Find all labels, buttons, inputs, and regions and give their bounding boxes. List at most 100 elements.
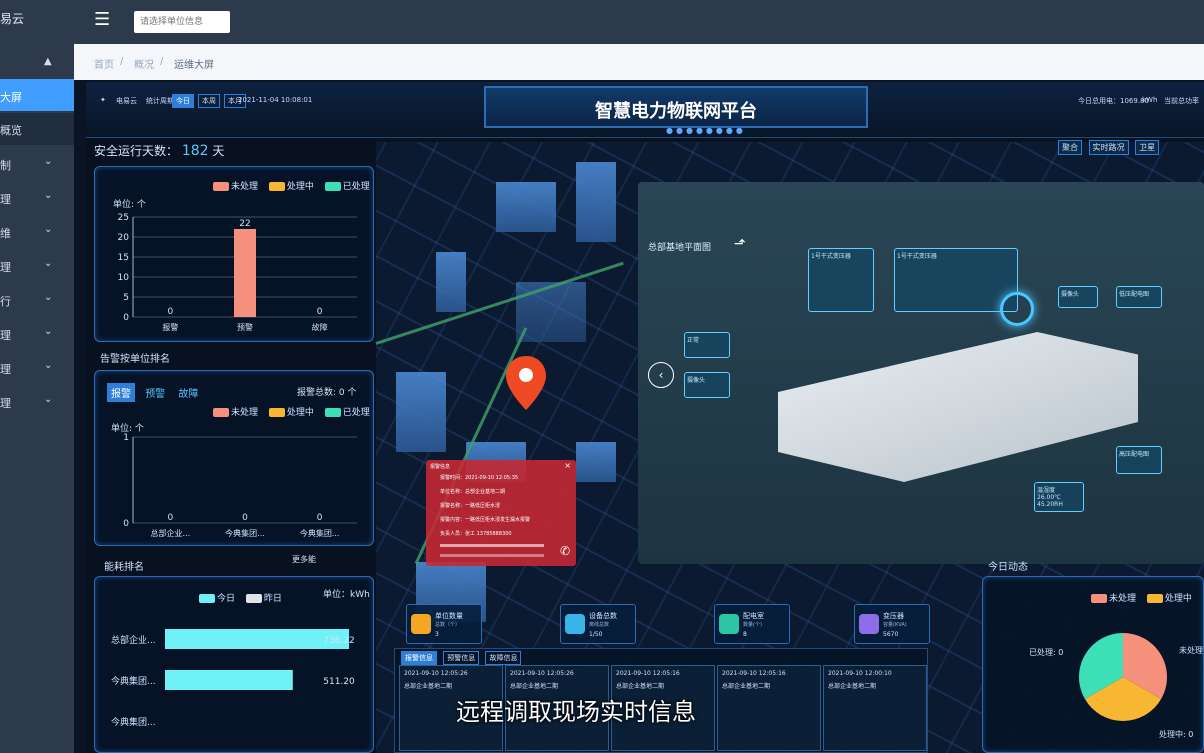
bar [165, 670, 293, 690]
bar [234, 229, 256, 317]
highvolt-label: 高压配电图 [1119, 451, 1150, 458]
sidebar-item-3[interactable]: 制 ⌄ [0, 148, 74, 180]
sidebar-item-label: 理 [0, 397, 11, 410]
x-tick-label: 故障 [312, 322, 328, 332]
pie-label: 未处理 [1179, 645, 1203, 655]
brand-name: 易云 [0, 12, 25, 26]
stat-room-count: 配电室 数量(个) 8 [714, 604, 790, 644]
y-tick-label: 10 [118, 273, 130, 283]
alert-card[interactable]: 2021-09-10 12:00:10 总部企业基地二期 [823, 665, 927, 751]
stat-transformer: 变压器 容量(KVA) 5670 [854, 604, 930, 644]
floorplan-3d-view[interactable]: 总部基地平面图 ⬏ 1号干式变压器 1号干式变压器 摄像头 低压配电图 正常 摄… [638, 182, 1204, 564]
period-today-tab[interactable]: 今日 [172, 94, 194, 108]
status-chart-panel: 未处理 处理中 已处理 单位: 个 0 5 10 15 20 25 0 报警 22 预警 0 故障 [94, 166, 374, 342]
stat-sub: 数量(个) [743, 622, 762, 628]
alert-time: 2021-09-10 12:05:26 [404, 670, 468, 677]
x-tick-label: 报警 [162, 322, 178, 332]
phone-icon[interactable]: ✆ [560, 544, 570, 558]
highvolt-button[interactable]: 高压配电图 [1116, 446, 1162, 474]
breadcrumb-home[interactable]: 首页 [94, 56, 114, 71]
y-category-label: 总部企业... [111, 634, 156, 646]
tab-warning-info[interactable]: 预警信息 [443, 651, 480, 665]
popup-progress [440, 554, 544, 557]
unit-search-input[interactable] [134, 11, 230, 33]
page-title: 智慧电力物联网平台 [595, 101, 757, 122]
device-icon [565, 614, 585, 634]
period-week-tab[interactable]: 本周 [198, 94, 220, 108]
energy-rank-chart: 总部企业... 736.22 今典集团... 511.20 今典集团... [111, 629, 355, 728]
data-label: 0 [167, 307, 173, 317]
sidebar-item-label: 理 [0, 193, 11, 206]
breadcrumb-separator: / [160, 56, 164, 67]
transformer-card[interactable]: 1号干式变压器 [808, 248, 874, 312]
env-humidity: 45.20RH [1037, 501, 1063, 508]
current-load-label: 当前总功率 [1164, 97, 1199, 105]
sidebar-item-9[interactable]: 理 ⌄ [0, 352, 74, 384]
popup-progress [440, 544, 544, 547]
camera-button[interactable]: 摄像头 [684, 372, 730, 398]
chevron-up-icon[interactable]: ▲ [44, 56, 52, 67]
data-label: 736.22 [323, 636, 355, 646]
status-bar-chart: 0 5 10 15 20 25 0 报警 22 预警 0 故障 [118, 213, 357, 332]
sidebar-item-bigscreen[interactable]: 大屏 [0, 79, 74, 111]
room-3d-model[interactable] [778, 332, 1138, 482]
camera-label: 摄像头 [687, 377, 706, 384]
popup-person: 负责人员：张工 13785888300 [440, 531, 512, 537]
tab-fault-info[interactable]: 故障信息 [485, 651, 522, 665]
camera-button[interactable]: 摄像头 [1058, 286, 1098, 308]
view-traffic-button[interactable]: 实时路况 [1088, 140, 1129, 155]
alert-card[interactable]: 2021-09-10 12:05:16 总部企业基地二期 [717, 665, 821, 751]
status-label: 正常 [687, 337, 700, 344]
data-label: 22 [239, 219, 250, 229]
y-category-label: 今典集团... [111, 675, 156, 687]
alert-unit: 总部企业基地二期 [510, 683, 559, 690]
location-pin-icon[interactable] [504, 354, 548, 414]
sidebar-item-overview[interactable]: 概览 [0, 113, 74, 145]
transformer-card[interactable]: 1号干式变压器 [894, 248, 1018, 312]
stat-period-label: 统计周期 [146, 97, 174, 105]
stat-unit-count: 单位数量 总数（个） 3 [406, 604, 482, 644]
x-tick-label: 总部企业... [151, 528, 191, 538]
sidebar-item-4[interactable]: 理 ⌄ [0, 182, 74, 214]
alarm-rank-chart: 0 1 0 总部企业... 0 今典集团... 0 今典集团... [123, 433, 357, 538]
tab-alarm-info[interactable]: 报警信息 [401, 651, 437, 665]
energy-more-link[interactable]: 更多能 [292, 554, 316, 565]
pie-label: 已处理: 0 [1029, 647, 1063, 657]
view-aggregate-button[interactable]: 聚合 [1058, 140, 1082, 155]
export-icon[interactable]: ⬏ [734, 236, 746, 252]
sidebar-item-7[interactable]: 行 ⌄ [0, 284, 74, 316]
alarm-rank-title: 告警按单位排名 [100, 354, 170, 365]
y-tick-label: 1 [123, 433, 129, 443]
sidebar-item-10[interactable]: 理 ⌄ [0, 386, 74, 418]
lowvolt-button[interactable]: 低压配电图 [1116, 286, 1162, 308]
top-header: ☰ [74, 0, 1204, 44]
sidebar-item-label: 理 [0, 363, 11, 376]
sidebar-item-6[interactable]: 理 ⌄ [0, 250, 74, 282]
map-building [576, 162, 616, 242]
dashboard-screen: ✦ 电易云 统计周期 今日 本周 本月 2021-11-04 10:08:01 智慧… [86, 82, 1204, 753]
alarm-popup[interactable]: 报警信息 × 报警时间：2021-09-10 12:05:35 单位名称：总部企… [426, 460, 576, 566]
close-icon[interactable]: × [564, 461, 571, 470]
camera-label: 摄像头 [1061, 291, 1080, 298]
sidebar-item-5[interactable]: 维 ⌄ [0, 216, 74, 248]
breadcrumb-current: 运维大屏 [174, 60, 214, 71]
data-label: 0 [167, 513, 173, 523]
today-total-energy: 今日总用电：1069.80 [1078, 97, 1149, 105]
hamburger-menu-icon[interactable]: ☰ [94, 9, 110, 30]
transformer-label: 1号干式变压器 [811, 253, 851, 260]
popup-time: 报警时间：2021-09-10 12:05:35 [440, 475, 519, 481]
prev-arrow-icon[interactable]: ‹ [648, 362, 674, 388]
data-label: 0 [242, 513, 248, 523]
data-label: 511.20 [323, 677, 355, 687]
pie-label: 处理中: 0 [1159, 729, 1193, 739]
chevron-down-icon: ⌄ [44, 258, 53, 269]
popup-title: 报警信息 [430, 464, 451, 470]
alert-unit: 总部企业基地二期 [616, 683, 665, 690]
title-decoration: ●●●●●●●● [666, 126, 746, 135]
breadcrumb-overview[interactable]: 概况 [134, 56, 154, 71]
view-satellite-button[interactable]: 卫星 [1135, 140, 1160, 155]
stat-label: 设备总数 [589, 612, 617, 620]
video-caption: 远程调取现场实时信息 [456, 698, 696, 726]
stat-label: 变压器 [883, 612, 904, 620]
sidebar-item-8[interactable]: 理 ⌄ [0, 318, 74, 350]
